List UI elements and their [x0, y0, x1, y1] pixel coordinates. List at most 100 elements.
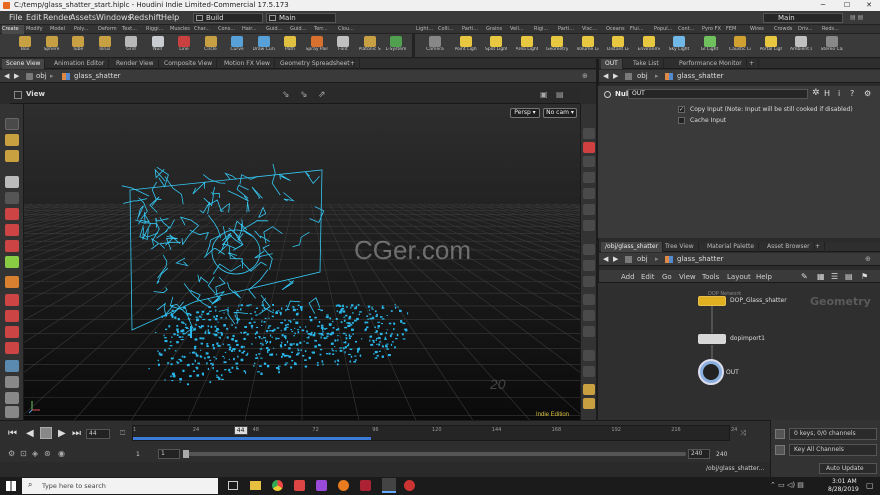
tool-circle[interactable]: Circle — [200, 35, 222, 57]
context-select[interactable]: Main — [266, 13, 336, 23]
param-path-obj[interactable]: obj — [637, 70, 648, 83]
shelf-tab-0[interactable]: Create — [2, 25, 24, 34]
net-menu-edit[interactable]: Edit — [641, 273, 655, 281]
out-node-name[interactable]: OUT — [726, 369, 739, 376]
param-options-icon[interactable]: ⚙ — [864, 89, 871, 98]
shelf-tab-31[interactable]: Driv... — [798, 25, 820, 34]
shelf-tab-3[interactable]: Poly... — [74, 25, 96, 34]
tool-font[interactable]: Font — [332, 35, 354, 57]
tool-box[interactable]: Box — [14, 35, 36, 57]
shelf-tab-24[interactable]: Flui... — [630, 25, 652, 34]
shelf-tab-18[interactable]: Grains — [486, 25, 508, 34]
network-editor[interactable]: Geometry DOP Network DOP_Glass_shatter d… — [598, 283, 880, 420]
range-start-handle[interactable] — [183, 450, 189, 458]
tool-l-system[interactable]: L-System — [385, 35, 407, 57]
app-icon-2[interactable] — [316, 480, 327, 491]
key-icon-2[interactable] — [775, 445, 785, 455]
tab-network-path[interactable]: /obj/glass_shatter — [601, 242, 664, 252]
tool-area-light[interactable]: Area Light — [516, 35, 538, 57]
menu-windows[interactable]: Windows — [96, 11, 132, 25]
transform-tool-icon[interactable] — [5, 276, 19, 288]
dop-network-node-name[interactable]: DOP_Glass_shatter — [730, 297, 787, 304]
net-pin-icon[interactable]: ⊕ — [865, 253, 871, 266]
magnet-icon[interactable] — [5, 342, 19, 354]
menu-assets[interactable]: Assets — [70, 11, 96, 25]
gear-icon[interactable]: ✲ — [812, 88, 820, 98]
display-toggle-icon-9[interactable] — [583, 260, 595, 271]
magnet-tool-icon[interactable] — [5, 310, 19, 322]
undo-tool-icon[interactable] — [5, 376, 19, 388]
play-backward-button[interactable]: ◀ — [26, 428, 34, 439]
tool-geometry-light[interactable]: Geometry Light — [546, 35, 568, 57]
snap-tool-icon-2[interactable]: ⇘ — [300, 90, 308, 100]
info-icon[interactable]: i — [838, 89, 840, 98]
net-list-icon[interactable]: ☰ — [831, 272, 838, 281]
shelf-tab-7[interactable]: Muscles — [170, 25, 192, 34]
stop-button[interactable] — [40, 427, 52, 439]
display-toggle-icon-8[interactable] — [583, 244, 595, 255]
menu-help[interactable]: Help — [161, 11, 179, 25]
tool-curve[interactable]: Curve — [226, 35, 248, 57]
tool-spot-light[interactable]: Spot Light — [485, 35, 507, 57]
menu-file[interactable]: File — [9, 11, 22, 25]
net-menu-go[interactable]: Go — [662, 273, 672, 281]
tab-animation-editor[interactable]: Animation Editor — [50, 59, 110, 69]
drag-tool-icon[interactable] — [5, 134, 19, 146]
display-toggle-icon-17[interactable] — [583, 398, 595, 409]
tab-tree-view[interactable]: Tree View — [661, 242, 699, 252]
display-toggle-icon-10[interactable] — [583, 276, 595, 287]
persp-camera-button[interactable]: Persp ▾ — [510, 108, 540, 118]
shelf-tab-29[interactable]: Wires — [750, 25, 772, 34]
auto-update-button[interactable]: Auto Update — [819, 463, 877, 474]
paint-tool-icon[interactable] — [5, 294, 19, 306]
display-toggle-icon-13[interactable] — [583, 326, 595, 337]
shelf-tab-21[interactable]: Parti... — [558, 25, 580, 34]
3d-viewport[interactable]: CGer.com 20 Indie Edition Persp ▾ No cam… — [24, 104, 580, 420]
display-options-icon[interactable]: ▣ — [540, 90, 548, 99]
tool-grid[interactable]: Grid — [120, 35, 142, 57]
net-menu-layout[interactable]: Layout — [727, 273, 751, 281]
param-forward-icon[interactable]: ▶ — [613, 70, 618, 83]
shelf-tab-13[interactable]: Terr... — [314, 25, 336, 34]
shelf-tab-6[interactable]: Riggi... — [146, 25, 168, 34]
add-tab-button[interactable]: + — [346, 59, 361, 69]
shelf-tab-28[interactable]: FEM — [726, 25, 748, 34]
notifications-icon[interactable]: ▢ — [866, 481, 874, 490]
no-cam-button[interactable]: No cam ▾ — [543, 108, 577, 118]
display-toggle-icon-12[interactable] — [583, 310, 595, 321]
tool-torus[interactable]: Torus — [94, 35, 116, 57]
net-tiles-icon[interactable]: ▤ — [845, 272, 853, 281]
net-menu-add[interactable]: Add — [621, 273, 635, 281]
task-view-icon[interactable] — [228, 481, 238, 490]
houdini-taskbar-icon[interactable] — [382, 478, 396, 493]
shelf-tab-27[interactable]: Pyro FX — [702, 25, 724, 34]
blender-icon[interactable] — [338, 480, 349, 491]
app-icon-3[interactable] — [360, 480, 371, 491]
display-toggle-icon-1[interactable] — [583, 128, 595, 139]
go-end-button[interactable]: ⏭ — [72, 428, 81, 439]
tool-ambient-light[interactable]: Ambient Light — [790, 35, 812, 57]
tool-point-light[interactable]: Point Light — [455, 35, 477, 57]
tab-motion-fx-view[interactable]: Motion FX View — [220, 59, 275, 69]
lasso-tool-icon[interactable] — [5, 150, 19, 162]
tool-gi-light[interactable]: GI Light — [699, 35, 721, 57]
node-name-field[interactable]: OUT — [628, 89, 808, 99]
shelf-tab-17[interactable]: Parti... — [462, 25, 484, 34]
viewport-layout-icon[interactable]: ▤ — [556, 90, 564, 99]
audio-icon[interactable]: ⚙ — [8, 449, 15, 458]
pose-tool-icon[interactable] — [5, 176, 19, 188]
forward-icon[interactable]: ▶ — [14, 70, 19, 83]
visibility-tool-icon[interactable] — [5, 392, 19, 404]
path-obj[interactable]: obj — [36, 70, 47, 83]
cache-input-checkbox[interactable] — [678, 117, 685, 124]
misc-tool-icon[interactable] — [5, 406, 19, 418]
key-icon-1[interactable] — [775, 429, 785, 439]
tab-out[interactable]: OUT — [601, 59, 623, 69]
current-frame-marker[interactable]: 44 — [233, 426, 248, 435]
add-network-tab-button[interactable]: + — [811, 242, 826, 252]
range-slider[interactable] — [186, 452, 686, 456]
copy-input-checkbox[interactable]: ✓ — [678, 106, 685, 113]
tool-sphere[interactable]: Sphere — [41, 35, 63, 57]
windows-start-icon[interactable] — [6, 481, 16, 491]
tab-take-list[interactable]: Take List — [629, 59, 664, 69]
